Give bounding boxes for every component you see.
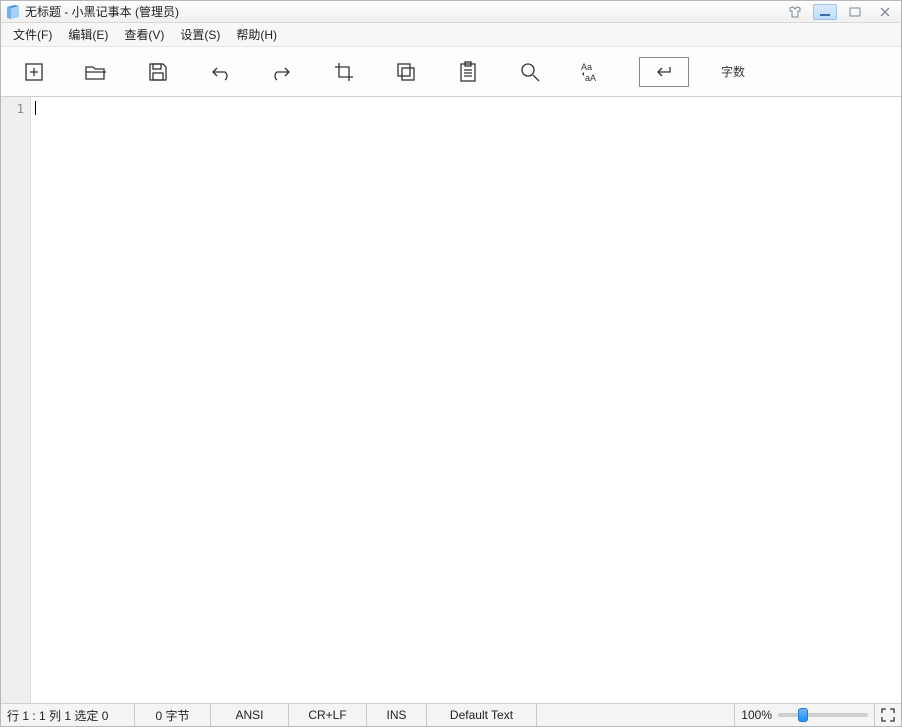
- menu-help[interactable]: 帮助(H): [230, 24, 283, 45]
- redo-button[interactable]: [267, 57, 297, 87]
- text-editor[interactable]: [31, 97, 901, 703]
- wordcount-label: 字数: [721, 63, 745, 80]
- zoom-slider[interactable]: [778, 713, 868, 717]
- zoom-control: 100%: [735, 704, 875, 726]
- app-window: 无标题 - 小黑记事本 (管理员) 文件(F) 编辑(E) 查看(V) 设置(S…: [0, 0, 902, 727]
- text-caret: [35, 101, 36, 115]
- maximize-button[interactable]: [843, 4, 867, 20]
- undo-button[interactable]: [205, 57, 235, 87]
- svg-text:aA: aA: [585, 73, 596, 83]
- fullscreen-button[interactable]: [875, 704, 901, 726]
- wordwrap-button[interactable]: [639, 57, 689, 87]
- close-button[interactable]: [873, 4, 897, 20]
- skin-button[interactable]: [783, 4, 807, 20]
- menu-bar: 文件(F) 编辑(E) 查看(V) 设置(S) 帮助(H): [1, 23, 901, 47]
- svg-text:Aa: Aa: [581, 62, 592, 72]
- app-icon: [5, 4, 21, 20]
- menu-view[interactable]: 查看(V): [118, 24, 170, 45]
- crop-button[interactable]: [329, 57, 359, 87]
- status-encoding[interactable]: ANSI: [211, 704, 289, 726]
- copy-button[interactable]: [391, 57, 421, 87]
- zoom-slider-thumb[interactable]: [798, 708, 808, 722]
- toolbar: AaaA 字数: [1, 47, 901, 97]
- status-bytes[interactable]: 0 字节: [135, 704, 211, 726]
- search-button[interactable]: [515, 57, 545, 87]
- editor-area: 1: [1, 97, 901, 704]
- open-file-button[interactable]: [81, 57, 111, 87]
- new-file-button[interactable]: [19, 57, 49, 87]
- line-number: 1: [1, 101, 30, 117]
- save-button[interactable]: [143, 57, 173, 87]
- case-toggle-button[interactable]: AaaA: [577, 57, 607, 87]
- status-bar: 行 1 : 1 列 1 选定 0 0 字节 ANSI CR+LF INS Def…: [1, 704, 901, 726]
- menu-edit[interactable]: 编辑(E): [62, 24, 114, 45]
- line-gutter: 1: [1, 97, 31, 703]
- menu-settings[interactable]: 设置(S): [174, 24, 226, 45]
- status-insert-mode[interactable]: INS: [367, 704, 427, 726]
- window-controls: [783, 4, 897, 20]
- zoom-value: 100%: [741, 708, 772, 722]
- status-language[interactable]: Default Text: [427, 704, 537, 726]
- minimize-button[interactable]: [813, 4, 837, 20]
- status-spacer: [537, 704, 735, 726]
- status-position[interactable]: 行 1 : 1 列 1 选定 0: [1, 704, 135, 726]
- menu-file[interactable]: 文件(F): [7, 24, 58, 45]
- title-bar: 无标题 - 小黑记事本 (管理员): [1, 1, 901, 23]
- paste-button[interactable]: [453, 57, 483, 87]
- status-eol[interactable]: CR+LF: [289, 704, 367, 726]
- window-title: 无标题 - 小黑记事本 (管理员): [25, 3, 179, 20]
- wordcount-button[interactable]: 字数: [721, 57, 745, 87]
